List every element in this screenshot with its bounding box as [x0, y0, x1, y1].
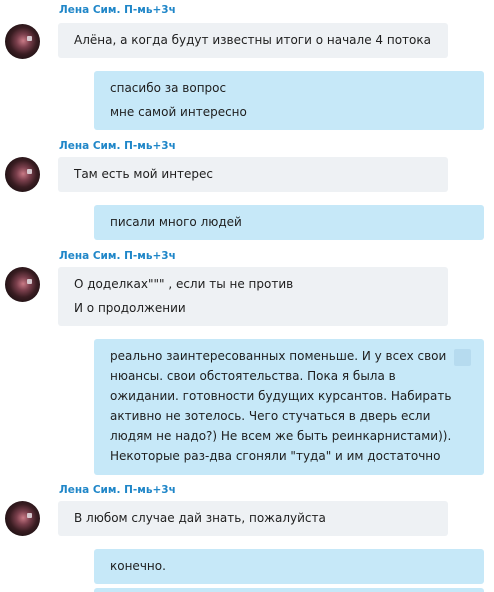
incoming-message-bubble[interactable]: В любом случае дай знать, пожалуйста: [58, 501, 448, 536]
incoming-message-bubble[interactable]: Там есть мой интерес: [58, 157, 448, 192]
quote-icon[interactable]: [454, 349, 471, 366]
sender-avatar[interactable]: [5, 24, 40, 59]
message-text: реально заинтересованных поменьше. И у в…: [110, 349, 447, 363]
sender-avatar[interactable]: [5, 501, 40, 536]
sender-avatar[interactable]: [5, 157, 40, 192]
incoming-message-bubble[interactable]: Алёна, а когда будут известны итоги о на…: [58, 23, 448, 58]
message-text: О доделках""" , если ты не против: [74, 277, 294, 291]
message-text: В любом случае дай знать, пожалуйста: [74, 511, 326, 525]
chat-conversation: Лена Сим. П-мь+3ч Алёна, а когда будут и…: [0, 0, 494, 592]
message-text: Алёна, а когда будут известны итоги о на…: [74, 33, 431, 47]
sender-name[interactable]: Лена Сим. П-мь+3ч: [59, 4, 176, 16]
message-text: Некоторые раз-два сгоняли "туда" и им до…: [110, 449, 441, 463]
outgoing-message-bubble[interactable]: писали много людей: [94, 205, 484, 240]
outgoing-message-bubble[interactable]: спасибо за вопрос мне самой интересно: [94, 71, 484, 130]
sender-avatar[interactable]: [5, 267, 40, 302]
message-text: людям не надо?) Не всем же быть реинкарн…: [110, 429, 452, 443]
sender-name[interactable]: Лена Сим. П-мь+3ч: [59, 140, 176, 152]
message-text: ожидании. готовности будущих курсантов. …: [110, 389, 452, 403]
outgoing-message-bubble[interactable]: конечно.: [94, 549, 484, 584]
message-text: спасибо за вопрос: [110, 81, 227, 95]
outgoing-message-bubble-partial[interactable]: [94, 588, 484, 592]
message-text: активно не зотелось. Чего стучаться в дв…: [110, 409, 431, 423]
message-text: мне самой интересно: [110, 105, 247, 119]
message-text: писали много людей: [110, 215, 242, 229]
sender-name[interactable]: Лена Сим. П-мь+3ч: [59, 484, 176, 496]
message-text: нюансы. свои обстоятельства. Пока я была…: [110, 369, 396, 383]
message-text: И о продолжении: [74, 301, 186, 315]
sender-name[interactable]: Лена Сим. П-мь+3ч: [59, 250, 176, 262]
message-text: Там есть мой интерес: [74, 167, 214, 181]
outgoing-message-bubble[interactable]: реально заинтересованных поменьше. И у в…: [94, 339, 484, 475]
message-text: конечно.: [110, 559, 166, 573]
incoming-message-bubble[interactable]: О доделках""" , если ты не против И о пр…: [58, 267, 448, 326]
